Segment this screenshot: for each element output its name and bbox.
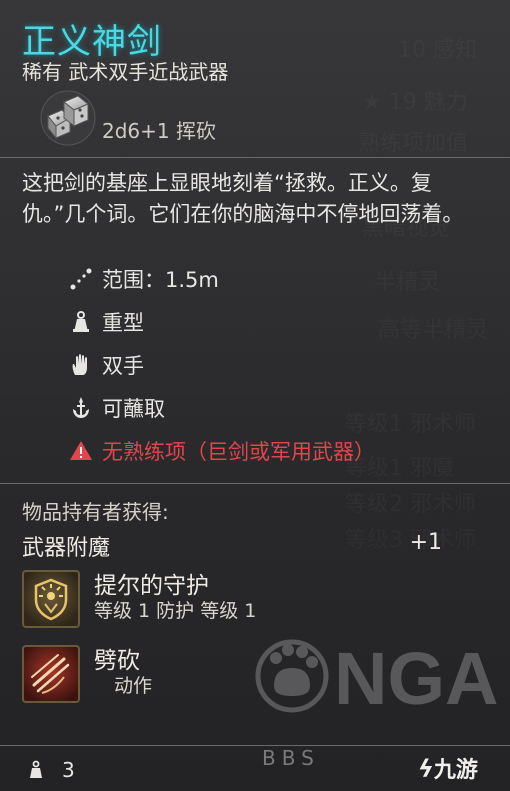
shield-sun-icon (22, 570, 80, 628)
enchant-value: +1 (409, 530, 442, 555)
enchant-label: 武器附魔 (22, 536, 111, 561)
ability-meta: 动作 (114, 675, 153, 697)
property-no-proficiency: 无熟练项（巨剑或军用武器） (68, 429, 375, 472)
divider (0, 483, 510, 484)
property-dip: 可蘸取 (68, 386, 375, 429)
heavy-weight-icon (68, 309, 94, 335)
property-label: 无熟练项（巨剑或军用武器） (102, 439, 375, 464)
range-icon (68, 266, 94, 292)
owner-gains-heading: 物品持有者获得: (22, 500, 169, 524)
ability-name: 提尔的守护 (94, 573, 209, 599)
claw-slash-icon (22, 645, 80, 703)
property-label: 可蘸取 (102, 396, 165, 421)
divider (0, 157, 510, 158)
property-label: 范围：1.5m (102, 267, 219, 292)
property-list: 范围：1.5m 重型 双手 可蘸取 无熟练项（巨剑或军用武器） (68, 257, 375, 472)
property-label: 双手 (102, 353, 144, 378)
dip-icon (68, 395, 94, 421)
bbs-watermark: BBS (262, 746, 320, 770)
warning-icon (68, 438, 94, 464)
hand-icon (68, 352, 94, 378)
jiuyou-text: 九游 (433, 758, 478, 783)
jiuyou-logo-icon: ϟ (418, 755, 434, 783)
item-weight: 3 (62, 758, 75, 782)
item-subtitle: 稀有 武术双手近战武器 (22, 60, 229, 84)
property-label: 重型 (102, 310, 144, 335)
property-two-handed: 双手 (68, 343, 375, 386)
dice-icon (40, 90, 96, 146)
weight-icon (30, 760, 42, 778)
ability-name: 劈砍 (94, 648, 140, 674)
nga-text: NGA (334, 637, 498, 720)
weapon-enchantment: 武器附魔 +1 (22, 530, 442, 562)
property-heavy: 重型 (68, 300, 375, 343)
property-range: 范围：1.5m (68, 257, 375, 300)
item-description: 这把剑的基座上显眼地刻着“拯救。正义。复仇。”几个词。它们在你的脑海中不停地回荡… (22, 171, 464, 226)
nga-watermark-logo: NGA (255, 637, 498, 720)
damage-row: 2d6+1 挥砍 (40, 88, 216, 148)
divider (0, 745, 510, 746)
jiuyou-watermark: ϟ九游 (418, 752, 478, 784)
damage-text: 2d6+1 挥砍 (102, 118, 216, 143)
ability-meta: 等级 1 防护 等级 1 (94, 600, 257, 622)
